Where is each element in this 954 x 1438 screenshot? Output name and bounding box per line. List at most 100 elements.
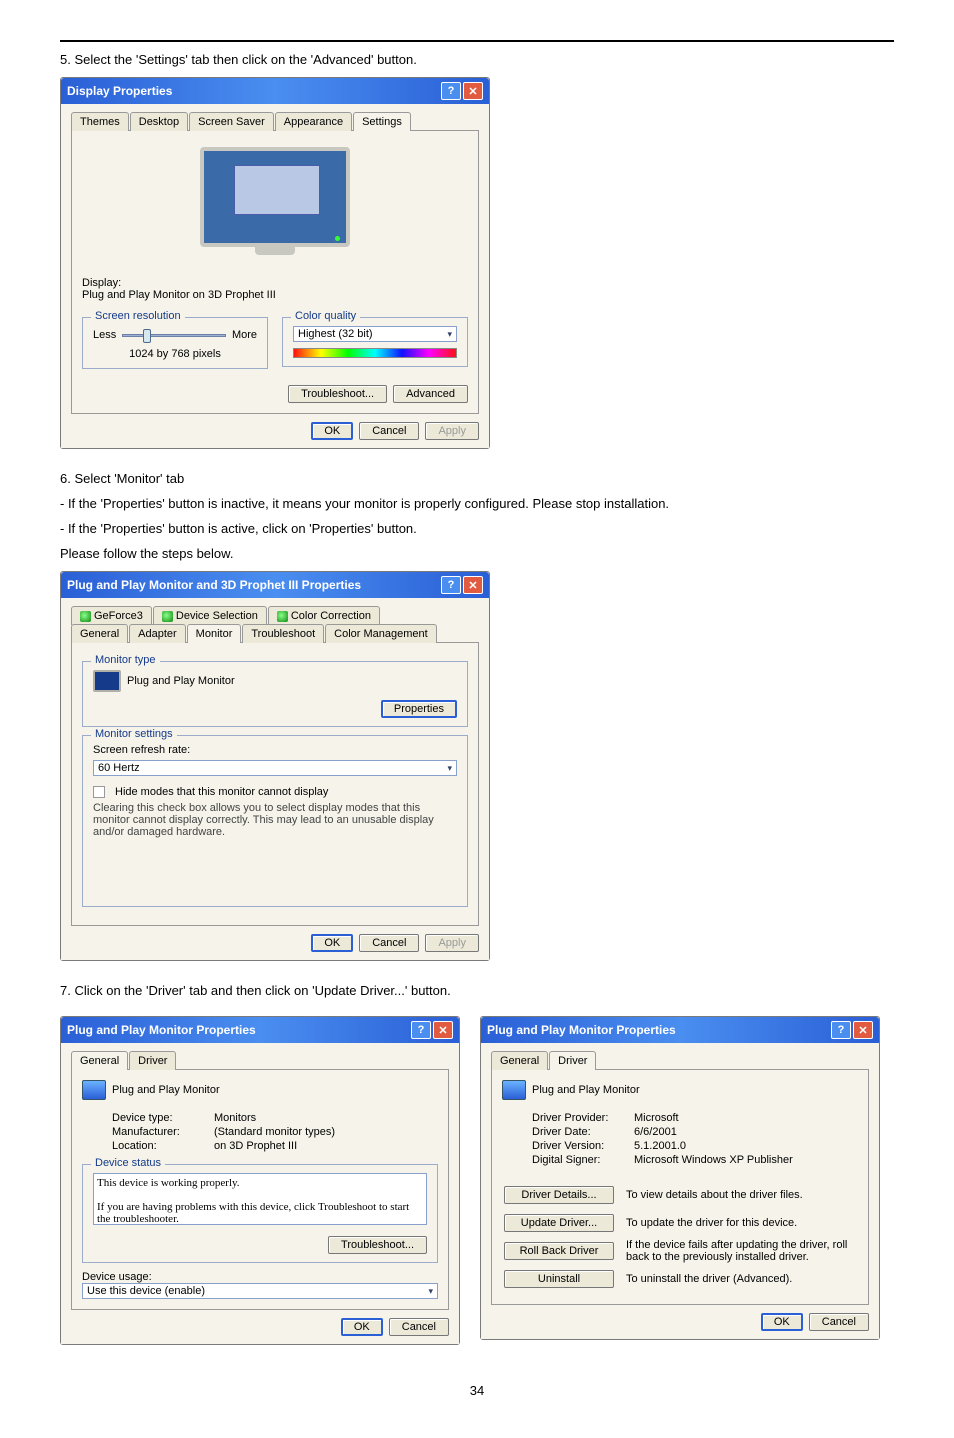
location-value: on 3D Prophet III (214, 1140, 335, 1152)
properties-button[interactable]: Properties (381, 700, 457, 718)
pnp-general-dialog: Plug and Play Monitor Properties ? ✕ Gen… (60, 1016, 460, 1345)
tab-driver[interactable]: Driver (549, 1051, 596, 1070)
manufacturer-value: (Standard monitor types) (214, 1126, 335, 1138)
monitor-type-value: Plug and Play Monitor (127, 675, 235, 687)
colorquality-legend: Color quality (291, 310, 360, 322)
monitor-settings-legend: Monitor settings (91, 728, 177, 740)
uninstall-button[interactable]: Uninstall (504, 1270, 614, 1288)
cancel-button[interactable]: Cancel (359, 934, 419, 952)
tab-settings[interactable]: Settings (353, 112, 411, 131)
monitor-icon (502, 1080, 526, 1100)
monitor-preview (200, 147, 350, 247)
tab-monitor[interactable]: Monitor (187, 624, 242, 643)
manufacturer-label: Manufacturer: (112, 1126, 212, 1138)
driver-details-desc: To view details about the driver files. (626, 1182, 856, 1208)
tab-appearance[interactable]: Appearance (275, 112, 352, 131)
device-header: Plug and Play Monitor (112, 1084, 220, 1096)
title-text: Plug and Play Monitor and 3D Prophet III… (67, 578, 361, 592)
hide-modes-desc: Clearing this check box allows you to se… (93, 802, 457, 838)
ok-button[interactable]: OK (761, 1313, 803, 1331)
tab-adapter[interactable]: Adapter (129, 624, 186, 643)
help-icon[interactable]: ? (441, 82, 461, 100)
tab-general[interactable]: General (491, 1051, 548, 1070)
tab-strip: Themes Desktop Screen Saver Appearance S… (71, 112, 479, 131)
location-label: Location: (112, 1140, 212, 1152)
colorquality-select[interactable]: Highest (32 bit)▾ (293, 326, 457, 342)
tab-screensaver[interactable]: Screen Saver (189, 112, 274, 131)
advanced-button[interactable]: Advanced (393, 385, 468, 403)
nvidia-icon (162, 611, 173, 622)
display-label: Display: (82, 277, 468, 289)
help-icon[interactable]: ? (831, 1021, 851, 1039)
troubleshoot-button[interactable]: Troubleshoot... (288, 385, 387, 403)
device-header: Plug and Play Monitor (532, 1084, 640, 1096)
resolution-legend: Screen resolution (91, 310, 185, 322)
tab-geforce3[interactable]: GeForce3 (71, 606, 152, 625)
ok-button[interactable]: OK (341, 1318, 383, 1336)
titlebar: Plug and Play Monitor Properties ? ✕ (61, 1017, 459, 1043)
tab-device-selection[interactable]: Device Selection (153, 606, 267, 625)
tab-driver[interactable]: Driver (129, 1051, 176, 1070)
ok-button[interactable]: OK (311, 934, 353, 952)
help-icon[interactable]: ? (441, 576, 461, 594)
title-text: Plug and Play Monitor Properties (487, 1023, 676, 1037)
monitor-icon (93, 670, 121, 692)
hide-modes-label: Hide modes that this monitor cannot disp… (115, 786, 328, 798)
monitor-icon (82, 1080, 106, 1100)
tab-general[interactable]: General (71, 1051, 128, 1070)
pnp-driver-dialog: Plug and Play Monitor Properties ? ✕ Gen… (480, 1016, 880, 1340)
tab-color-correction[interactable]: Color Correction (268, 606, 380, 625)
ok-button[interactable]: OK (311, 422, 353, 440)
version-value: 5.1.2001.0 (634, 1140, 793, 1152)
title-text: Display Properties (67, 84, 172, 98)
signer-value: Microsoft Windows XP Publisher (634, 1154, 793, 1166)
close-icon[interactable]: ✕ (463, 576, 483, 594)
close-icon[interactable]: ✕ (463, 82, 483, 100)
signer-label: Digital Signer: (532, 1154, 632, 1166)
hide-modes-checkbox[interactable] (93, 786, 105, 798)
driver-details-button[interactable]: Driver Details... (504, 1186, 614, 1204)
titlebar: Plug and Play Monitor and 3D Prophet III… (61, 572, 489, 598)
date-label: Driver Date: (532, 1126, 632, 1138)
help-icon[interactable]: ? (411, 1021, 431, 1039)
resolution-slider[interactable] (122, 326, 226, 344)
cancel-button[interactable]: Cancel (359, 422, 419, 440)
cancel-button[interactable]: Cancel (809, 1313, 869, 1331)
page-number: 34 (60, 1383, 894, 1398)
display-value: Plug and Play Monitor on 3D Prophet III (82, 289, 468, 301)
tab-troubleshoot[interactable]: Troubleshoot (242, 624, 324, 643)
resolution-value: 1024 by 768 pixels (93, 348, 257, 360)
status-textarea (93, 1173, 427, 1225)
tab-desktop[interactable]: Desktop (130, 112, 188, 131)
refresh-select[interactable]: 60 Hertz▾ (93, 760, 457, 776)
step-6a: 6. Select 'Monitor' tab (60, 471, 894, 486)
monitor-type-legend: Monitor type (91, 654, 160, 666)
rollback-driver-button[interactable]: Roll Back Driver (504, 1242, 614, 1260)
close-icon[interactable]: ✕ (853, 1021, 873, 1039)
usage-select[interactable]: Use this device (enable)▾ (82, 1283, 438, 1299)
tab-general[interactable]: General (71, 624, 128, 643)
device-status-legend: Device status (91, 1157, 165, 1169)
devtype-value: Monitors (214, 1112, 335, 1124)
less-label: Less (93, 329, 116, 341)
tab-color-management[interactable]: Color Management (325, 624, 437, 643)
troubleshoot-button[interactable]: Troubleshoot... (328, 1236, 427, 1254)
devtype-label: Device type: (112, 1112, 212, 1124)
close-icon[interactable]: ✕ (433, 1021, 453, 1039)
horizontal-rule (60, 40, 894, 42)
more-label: More (232, 329, 257, 341)
tab-themes[interactable]: Themes (71, 112, 129, 131)
usage-label: Device usage: (82, 1271, 438, 1283)
update-driver-button[interactable]: Update Driver... (504, 1214, 614, 1232)
update-driver-desc: To update the driver for this device. (626, 1210, 856, 1236)
step-7: 7. Click on the 'Driver' tab and then cl… (60, 983, 894, 998)
step-6c: - If the 'Properties' button is active, … (60, 521, 894, 536)
provider-value: Microsoft (634, 1112, 793, 1124)
step-5: 5. Select the 'Settings' tab then click … (60, 52, 894, 67)
step-6b: - If the 'Properties' button is inactive… (60, 496, 894, 511)
display-properties-dialog: Display Properties ? ✕ Themes Desktop Sc… (60, 77, 490, 449)
titlebar: Display Properties ? ✕ (61, 78, 489, 104)
apply-button: Apply (425, 422, 479, 440)
titlebar: Plug and Play Monitor Properties ? ✕ (481, 1017, 879, 1043)
cancel-button[interactable]: Cancel (389, 1318, 449, 1336)
